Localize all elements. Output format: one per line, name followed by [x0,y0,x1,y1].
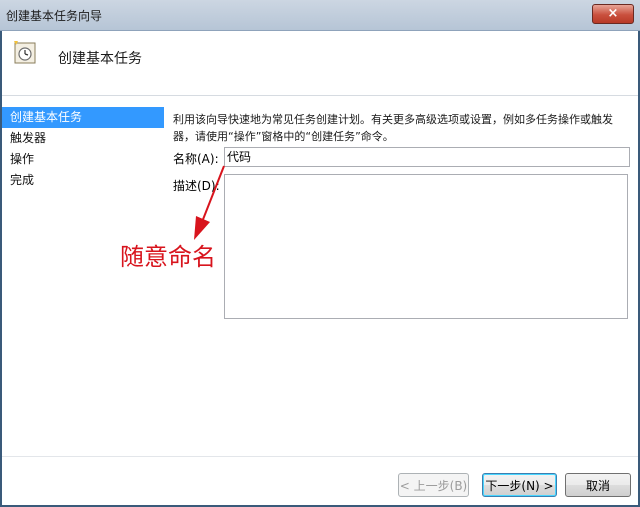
step-action[interactable]: 操作 [2,149,164,170]
wizard-window: 创建基本任务向导 × 创建基本任务 创建基本任务 触发器 操作 完成 利用该向导… [0,0,640,507]
footer-divider [2,456,638,457]
step-trigger[interactable]: 触发器 [2,128,164,149]
close-button[interactable]: × [592,4,634,24]
window-title: 创建基本任务向导 [6,9,103,23]
description-textarea[interactable] [224,174,628,319]
annotation-text: 随意命名 [120,243,216,271]
annotation-arrow [194,165,225,240]
cancel-button[interactable]: 取消 [565,473,631,497]
name-input[interactable]: 代码 [224,147,630,167]
page-title: 创建基本任务 [58,51,142,67]
task-scheduler-icon [12,40,38,66]
step-finish[interactable]: 完成 [2,170,164,191]
step-create-basic-task[interactable]: 创建基本任务 [2,107,164,128]
wizard-steps: 创建基本任务 触发器 操作 完成 [2,107,166,227]
wizard-client-area: 创建基本任务 创建基本任务 触发器 操作 完成 利用该向导快速地为常见任务创建计… [2,31,638,505]
back-button[interactable]: < 上一步(B) [398,473,469,497]
title-bar[interactable]: 创建基本任务向导 × [0,0,640,31]
wizard-description: 利用该向导快速地为常见任务创建计划。有关更多高级选项或设置，例如多任务操作或触发… [173,113,613,143]
next-button[interactable]: 下一步(N) > [482,473,557,497]
wizard-header: 创建基本任务 [2,31,638,96]
